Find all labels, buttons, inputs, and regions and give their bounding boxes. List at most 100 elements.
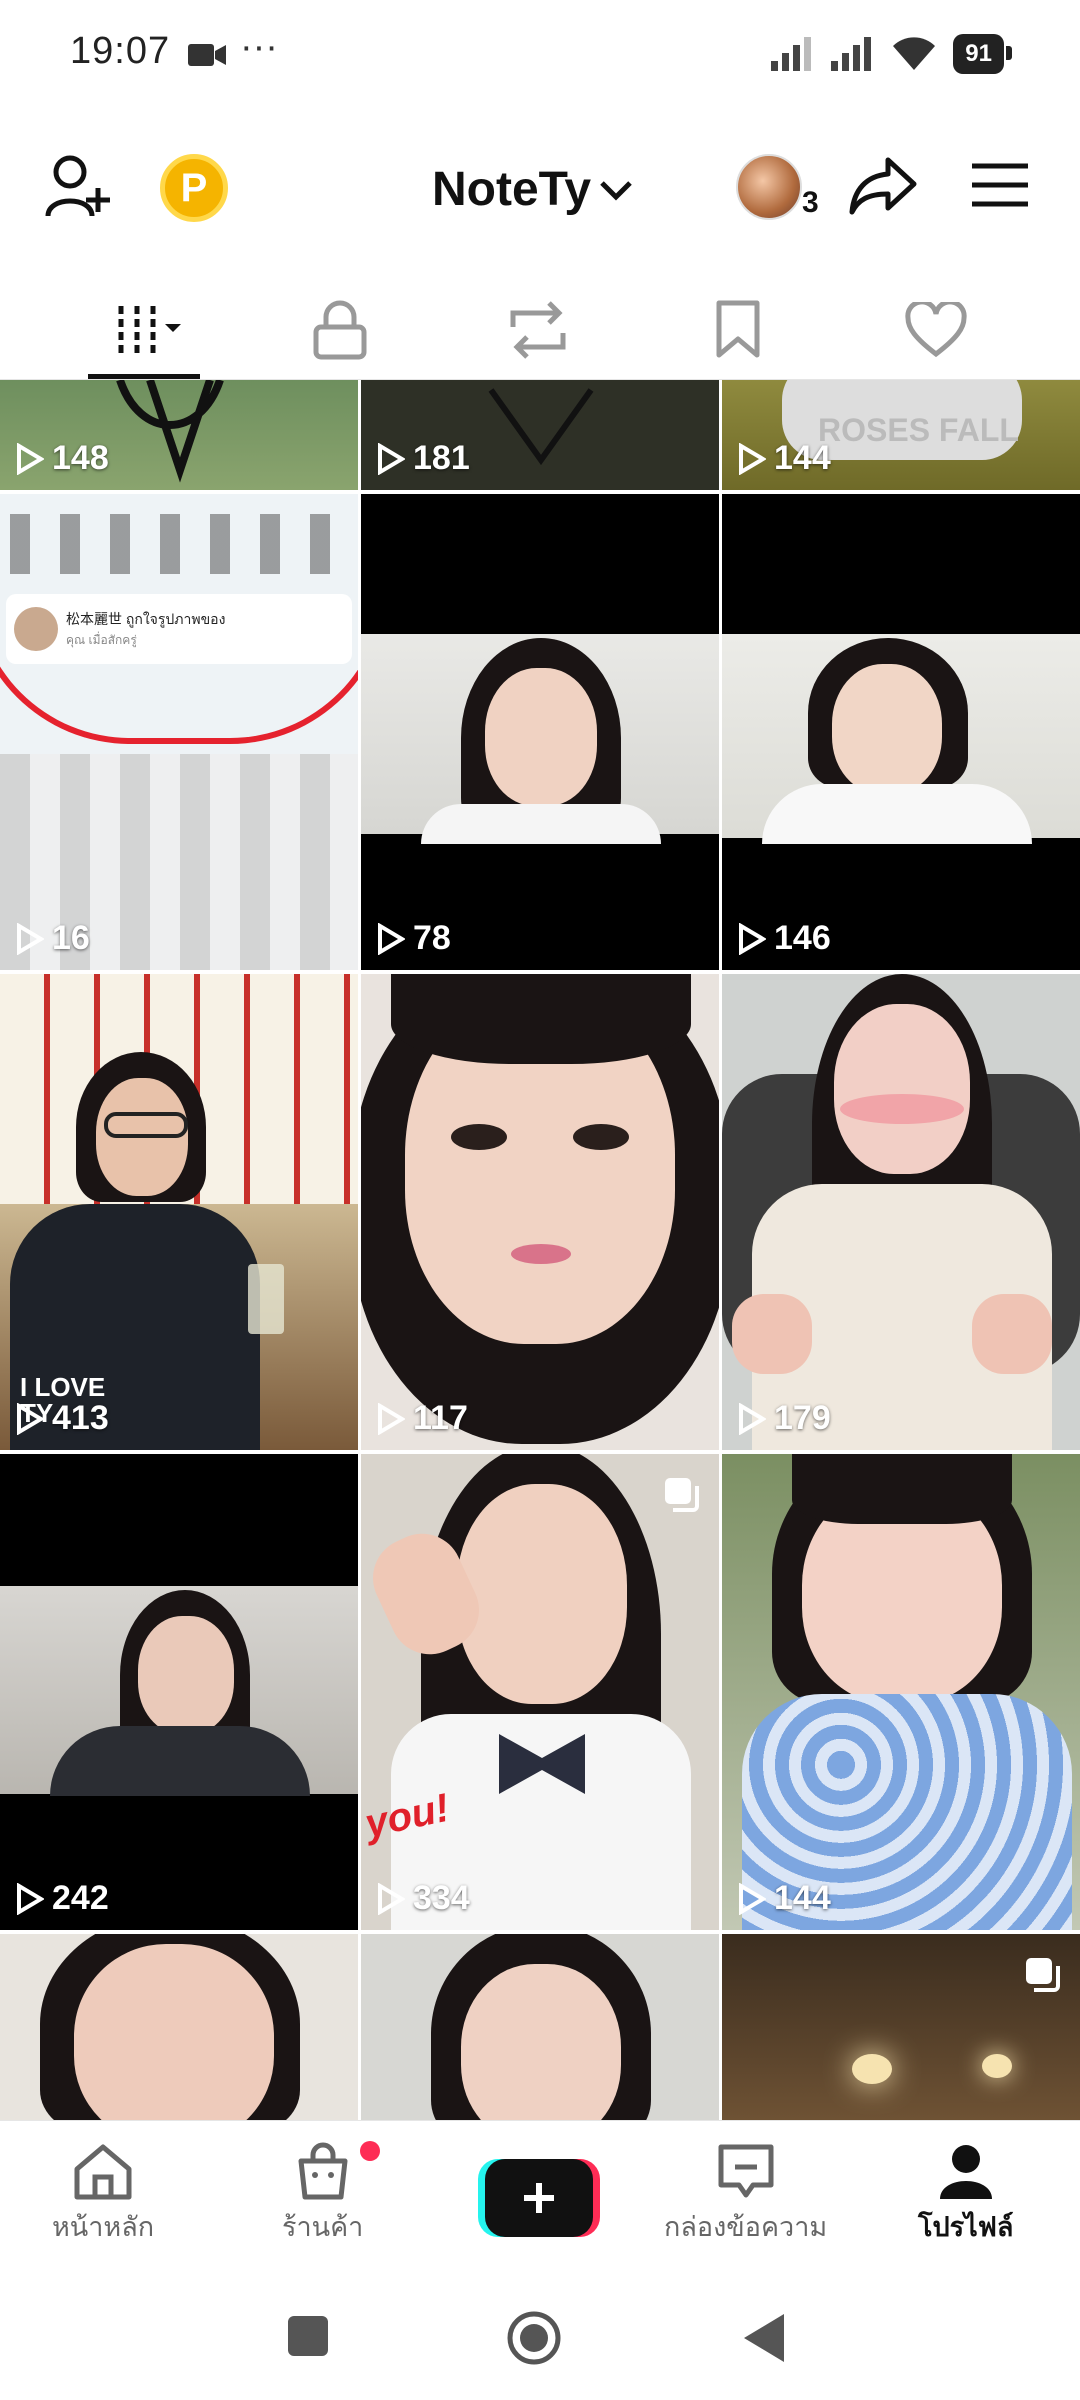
video-tile[interactable]: 148 — [0, 380, 358, 490]
repost-icon — [510, 301, 566, 359]
chevron-down-icon — [600, 180, 632, 201]
play-icon — [17, 1882, 44, 1915]
view-count: 146 — [738, 919, 831, 958]
view-count: 148 — [16, 439, 109, 478]
multi-photo-icon — [665, 1478, 699, 1512]
battery-indicator: 91 — [953, 34, 1012, 74]
bottom-nav: หน้าหลัก ร้านค้า กล่องข้อความ โปรไฟล์ — [0, 2120, 1080, 2270]
view-count: 181 — [377, 439, 470, 478]
play-icon — [739, 922, 766, 955]
avatar-count: 3 — [802, 186, 819, 219]
lamp-light-2 — [982, 2054, 1012, 2078]
bookmark-icon — [716, 300, 760, 358]
play-icon — [739, 442, 766, 475]
account-switcher[interactable]: NoteTy — [432, 162, 633, 217]
play-icon — [17, 442, 44, 475]
play-icon — [739, 1882, 766, 1915]
home-icon — [74, 2144, 132, 2200]
view-count: 144 — [738, 439, 831, 478]
video-tile[interactable]: 181 — [361, 380, 719, 490]
status-indicators: 91 — [771, 34, 1012, 74]
nav-inbox[interactable]: กล่องข้อความ — [664, 2141, 827, 2248]
nav-home-label: หน้าหลัก — [52, 2212, 155, 2242]
video-recording-icon — [188, 44, 226, 66]
back-icon[interactable] — [740, 2312, 788, 2364]
video-tile[interactable]: ROSES FALL 144 — [722, 380, 1080, 490]
status-time: 19:07 — [70, 30, 171, 72]
video-tile[interactable]: 松本麗世 ถูกใจรูปภาพของ คุณ เมื่อสักครู่ 16 — [0, 494, 358, 970]
video-tile[interactable]: 117 — [361, 974, 719, 1450]
lips — [511, 1244, 571, 1264]
view-count: 117 — [377, 1399, 468, 1438]
video-tile[interactable] — [722, 1934, 1080, 2120]
status-more-dots: ··· — [240, 26, 278, 68]
heart-icon — [905, 302, 967, 358]
fist-right — [972, 1294, 1052, 1374]
inbox-icon — [718, 2144, 774, 2198]
nav-shop[interactable]: ร้านค้า — [282, 2141, 363, 2248]
video-tile[interactable]: I LOVE TY 413 — [0, 974, 358, 1450]
play-icon — [378, 442, 405, 475]
shirt — [762, 784, 1032, 844]
view-count: 413 — [16, 1399, 109, 1438]
lock-icon — [313, 300, 367, 360]
view-count: 242 — [16, 1879, 109, 1918]
video-frame — [361, 634, 719, 844]
video-tile[interactable] — [0, 1934, 358, 2120]
tab-private[interactable] — [290, 290, 390, 370]
video-tile[interactable] — [361, 1934, 719, 2120]
tab-videos[interactable] — [96, 290, 196, 370]
shopping-bag-icon — [298, 2142, 348, 2200]
play-icon — [378, 1402, 405, 1435]
add-user-icon[interactable] — [44, 152, 118, 222]
grid-icon — [118, 306, 181, 354]
nav-shop-label: ร้านค้า — [282, 2212, 364, 2242]
view-count: 144 — [738, 1879, 831, 1918]
status-bar: 19:07 ··· 91 — [0, 0, 1080, 110]
lamp-light — [852, 2054, 892, 2084]
nav-profile-label: โปรไฟล์ — [918, 2212, 1014, 2242]
profile-header: P NoteTy 3 — [0, 140, 1080, 240]
red-arc — [0, 584, 358, 744]
play-icon — [17, 1402, 44, 1435]
video-tile[interactable]: 144 — [722, 1454, 1080, 1930]
play-icon — [17, 922, 44, 955]
menu-icon[interactable] — [970, 160, 1030, 210]
recent-apps-icon[interactable] — [286, 2314, 330, 2358]
video-tile[interactable]: 179 — [722, 974, 1080, 1450]
tab-favorites[interactable] — [688, 290, 788, 370]
create-button[interactable] — [478, 2157, 600, 2239]
play-icon — [378, 922, 405, 955]
profile-icon — [939, 2145, 992, 2199]
eye-right — [573, 1124, 629, 1150]
home-button-icon[interactable] — [506, 2310, 562, 2366]
bangs — [391, 974, 691, 1064]
eye-left — [451, 1124, 507, 1150]
plus-icon — [478, 2159, 600, 2237]
nav-home[interactable]: หน้าหลัก — [52, 2141, 154, 2248]
blush — [840, 1094, 964, 1124]
system-nav-bar — [0, 2270, 1080, 2400]
shirt — [421, 804, 661, 844]
view-count: 179 — [738, 1399, 831, 1438]
share-icon[interactable] — [848, 154, 918, 218]
video-frame — [722, 634, 1080, 844]
view-count: 78 — [377, 919, 451, 958]
wifi-icon — [893, 37, 936, 70]
video-tile[interactable]: 146 — [722, 494, 1080, 970]
video-tile[interactable]: 78 — [361, 494, 719, 970]
nav-profile[interactable]: โปรไฟล์ — [918, 2141, 1013, 2248]
profile-tabs — [0, 270, 1080, 380]
video-grid: 148 181 ROSES FALL 144 松本麗世 ถูกใจรูปภาพข… — [0, 380, 1080, 2120]
bangs — [792, 1454, 1012, 1524]
view-count: 334 — [377, 1879, 470, 1918]
username-title: NoteTy — [432, 163, 592, 216]
poster-text: ROSES FALL — [818, 412, 1019, 448]
tab-liked[interactable] — [886, 290, 986, 370]
video-tile[interactable]: you! 334 — [361, 1454, 719, 1930]
nav-inbox-label: กล่องข้อความ — [664, 2212, 828, 2242]
tab-reposts[interactable] — [488, 290, 588, 370]
coin-icon[interactable]: P — [160, 154, 228, 222]
avatar[interactable] — [736, 154, 802, 220]
video-tile[interactable]: 242 — [0, 1454, 358, 1930]
